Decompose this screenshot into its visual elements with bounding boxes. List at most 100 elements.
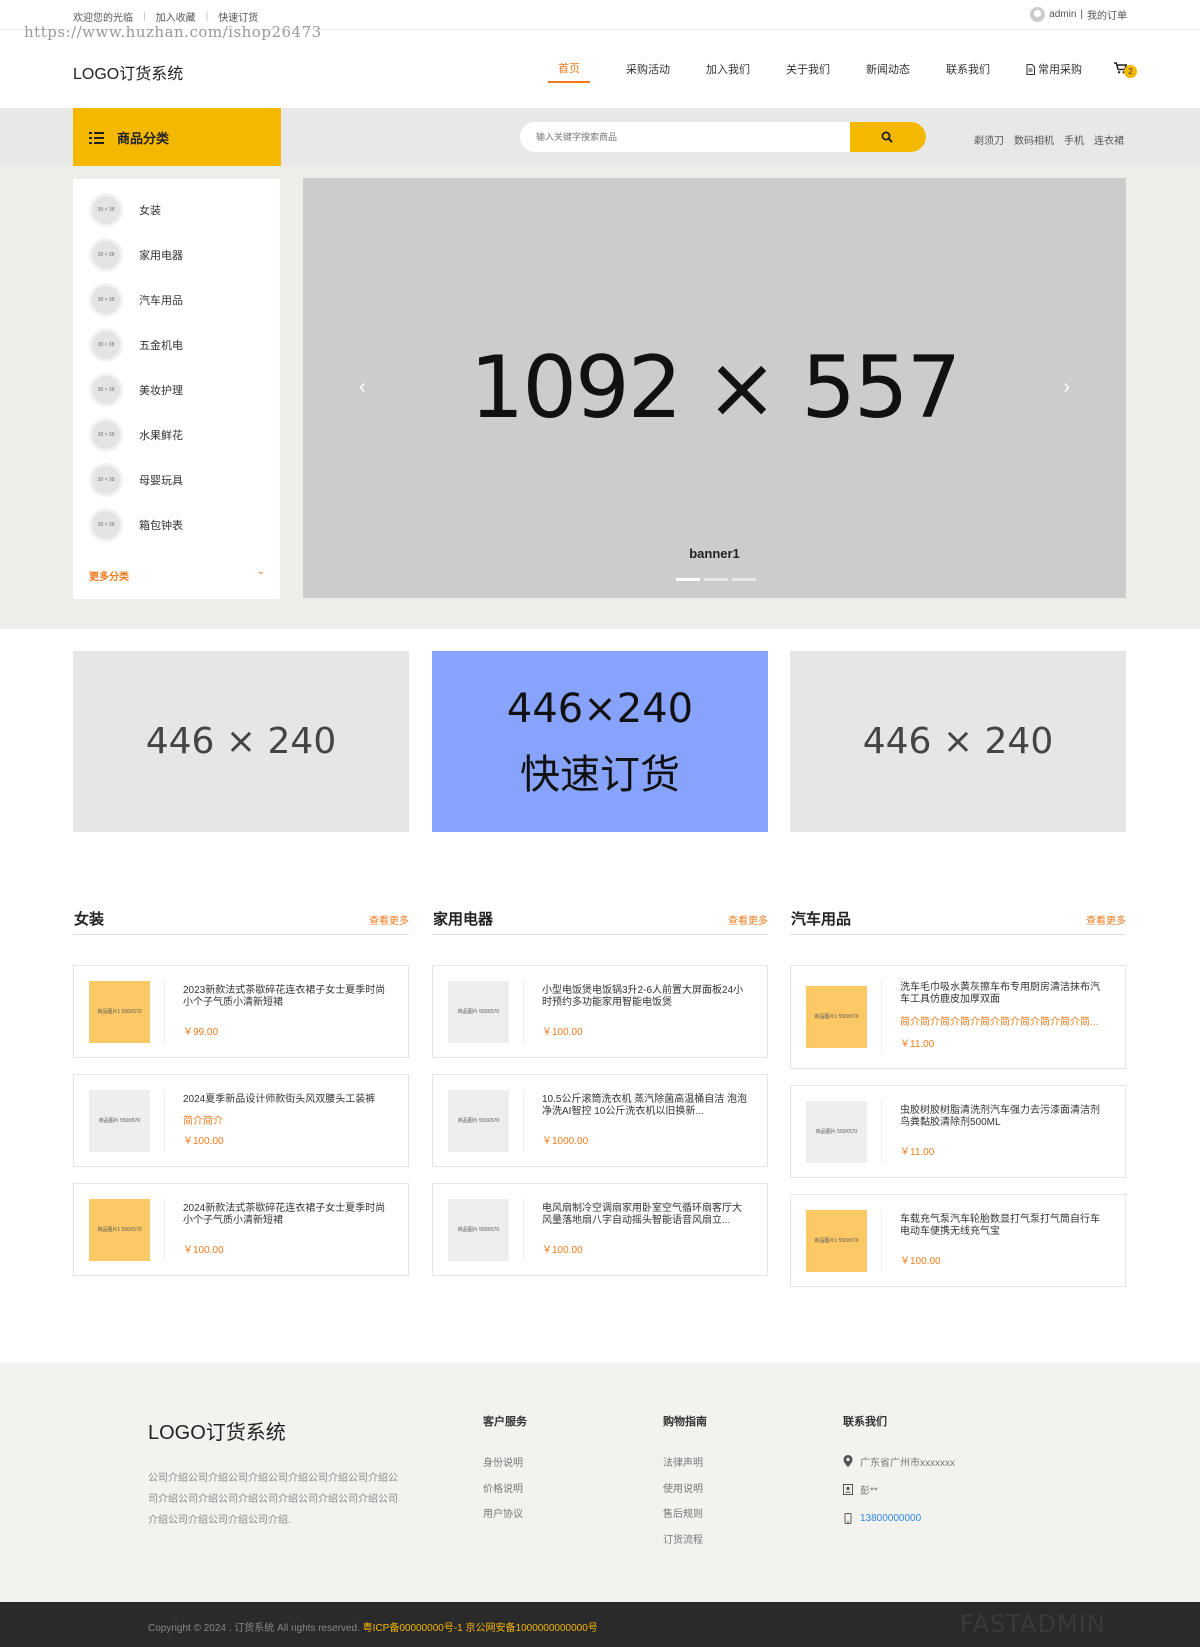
avatar[interactable]: [1030, 7, 1046, 22]
sidebar-item-hardware[interactable]: 38 × 38 五金机电: [89, 327, 183, 363]
sidebar-item-label: 母婴玩具: [139, 475, 183, 487]
nav-frequent-purchase[interactable]: 常用采购: [1026, 61, 1082, 82]
site-footer: LOGO订货系统 公司介绍公司介绍公司介绍公司介绍公司介绍公司介绍公司介绍公司介…: [0, 1363, 1200, 1602]
search-input[interactable]: [520, 122, 850, 152]
nav-news[interactable]: 新闻动态: [866, 61, 910, 82]
promo-tile-quick-order[interactable]: 446×240 快速订货: [432, 651, 768, 832]
chevron-right-icon[interactable]: ›: [1063, 376, 1070, 399]
quick-order-link[interactable]: 快速订货: [218, 9, 258, 24]
sidebar-item-beauty[interactable]: 38 × 38 美妆护理: [89, 372, 183, 408]
category-search-bar: 商品分类 剃须刀 数码相机 手机 连衣裙: [0, 108, 1200, 167]
carousel-dot[interactable]: [676, 578, 700, 581]
nav-join-us[interactable]: 加入我们: [706, 61, 750, 82]
sidebar-item-label: 水果鲜花: [139, 430, 183, 442]
map-marker-icon: [843, 1455, 853, 1468]
product-image[interactable]: 商品图片1 550X570: [89, 981, 150, 1043]
product-name[interactable]: 小型电饭煲电饭锅3升2-6人前置大屏面板24小时预约多功能家用智能电饭煲: [542, 985, 751, 1009]
product-image[interactable]: 商品图片 550X570: [89, 1090, 150, 1152]
footer-link[interactable]: 售后规则: [663, 1509, 703, 1520]
hero-section: 38 × 38 女装 38 × 38 家用电器 38 × 38 汽车用品 38 × 3…: [0, 166, 1200, 629]
footer-link[interactable]: 使用说明: [663, 1484, 703, 1495]
product-name[interactable]: 10.5公斤滚筒洗衣机 蒸汽除菌高温桶自洁 泡泡净洗AI智控 10公斤洗衣机以旧…: [542, 1094, 751, 1118]
product-card[interactable]: 商品图片 550X570 10.5公斤滚筒洗衣机 蒸汽除菌高温桶自洁 泡泡净洗A…: [432, 1074, 768, 1167]
product-card[interactable]: 商品图片1 550X570 洗车毛巾吸水黄灰擦车布专用厨房清洁抹布汽车工具仿鹿皮…: [790, 965, 1126, 1069]
view-more-link[interactable]: 查看更多: [728, 912, 768, 927]
promo-text: 快速订货: [520, 751, 680, 798]
footer-logo[interactable]: LOGO订货系统: [148, 1416, 286, 1445]
footer-link[interactable]: 订货流程: [663, 1535, 703, 1546]
product-name[interactable]: 2023新款法式茶歇碎花连衣裙子女士夏季时尚小个子气质小清新短裙: [183, 985, 392, 1009]
hot-keyword[interactable]: 数码相机: [1014, 132, 1054, 147]
username-link[interactable]: admin: [1049, 9, 1076, 20]
category-sidebar: 38 × 38 女装 38 × 38 家用电器 38 × 38 汽车用品 38 × 3…: [73, 179, 280, 599]
banner-carousel[interactable]: 1092 × 557 ‹ › banner1: [303, 178, 1126, 598]
product-image[interactable]: 商品图片1 550X570: [89, 1199, 150, 1261]
divider: [881, 980, 882, 1054]
hot-keyword[interactable]: 剃须刀: [974, 132, 1004, 147]
footer-link[interactable]: 用户协议: [483, 1509, 523, 1520]
site-header: LOGO订货系统 首页 采购活动 加入我们 关于我们 新闻动态 联系我们 常用采…: [0, 30, 1200, 108]
product-name[interactable]: 2024新款法式茶歇碎花连衣裙子女士夏季时尚小个子气质小清新短裙: [183, 1203, 392, 1227]
sidebar-item-bags-watches[interactable]: 38 × 38 箱包钟表: [89, 507, 183, 543]
logo[interactable]: LOGO订货系统: [73, 60, 183, 84]
product-image[interactable]: 商品图片1 550X570: [806, 986, 867, 1048]
product-price: ￥11.00: [900, 1039, 935, 1050]
icp-record-link[interactable]: 粤ICP备00000000号-1 京公网安备1000000000000号: [363, 1623, 598, 1634]
product-card[interactable]: 商品图片 550X570 虫胶树胶树脂清洗剂汽车强力去污漆面清洁剂 鸟粪黏胶清除…: [790, 1085, 1126, 1178]
product-card[interactable]: 商品图片 550X570 电风扇制冷空调扇家用卧室空气循环扇客厅大风量落地扇八字…: [432, 1183, 768, 1276]
mobile-phone-icon: [844, 1512, 852, 1524]
product-card[interactable]: 商品图片 550X570 小型电饭煲电饭锅3升2-6人前置大屏面板24小时预约多…: [432, 965, 768, 1058]
sidebar-item-auto-supplies[interactable]: 38 × 38 汽车用品: [89, 282, 183, 318]
hot-keyword[interactable]: 连衣裙: [1094, 132, 1124, 147]
product-name[interactable]: 电风扇制冷空调扇家用卧室空气循环扇客厅大风量落地扇八字自动摇头智能语音风扇立..…: [542, 1203, 751, 1227]
sidebar-item-baby-toys[interactable]: 38 × 38 母婴玩具: [89, 462, 183, 498]
product-card[interactable]: 商品图片1 550X570 2023新款法式茶歇碎花连衣裙子女士夏季时尚小个子气…: [73, 965, 409, 1058]
product-image[interactable]: 商品图片 550X570: [448, 1090, 509, 1152]
product-image[interactable]: 商品图片 550X570: [806, 1101, 867, 1163]
carousel-dot[interactable]: [704, 578, 728, 581]
copyright-line: Copyright © 2024 . 订货系统 All rights reser…: [148, 1619, 598, 1634]
product-image[interactable]: 商品图片1 550X570: [806, 1210, 867, 1272]
promo-tile[interactable]: 446 × 240: [73, 651, 409, 832]
product-name[interactable]: 2024夏季新品设计师款街头风双腰头工装裤: [183, 1094, 392, 1106]
product-name[interactable]: 洗车毛巾吸水黄灰擦车布专用厨房清洁抹布汽车工具仿鹿皮加厚双面: [900, 982, 1109, 1006]
category-menu-button[interactable]: 商品分类: [73, 108, 281, 167]
nav-home[interactable]: 首页: [548, 60, 590, 83]
sidebar-item-home-appliances[interactable]: 38 × 38 家用电器: [89, 237, 183, 273]
category-thumb: 38 × 38: [89, 418, 123, 452]
nav-about-us[interactable]: 关于我们: [786, 61, 830, 82]
chevron-down-icon[interactable]: ⌄: [257, 566, 265, 577]
bookmark-link[interactable]: 加入收藏: [156, 9, 196, 24]
product-name[interactable]: 车载充气泵汽车轮胎数显打气泵打气筒自行车电动车便携无线充气宝: [900, 1214, 1109, 1238]
product-image[interactable]: 商品图片 550X570: [448, 981, 509, 1043]
search-button[interactable]: [850, 122, 926, 152]
category-thumb: 38 × 38: [89, 193, 123, 227]
my-orders-link[interactable]: 我的订单: [1087, 7, 1127, 22]
product-card[interactable]: 商品图片 550X570 2024夏季新品设计师款街头风双腰头工装裤 简介简介 …: [73, 1074, 409, 1167]
list-icon: [89, 131, 104, 144]
view-more-link[interactable]: 查看更多: [369, 912, 409, 927]
hot-keyword[interactable]: 手机: [1064, 132, 1084, 147]
promo-tile[interactable]: 446 × 240: [790, 651, 1126, 832]
footer-link[interactable]: 价格说明: [483, 1484, 523, 1495]
view-more-link[interactable]: 查看更多: [1086, 912, 1126, 927]
footer-link[interactable]: 身份说明: [483, 1458, 523, 1469]
product-card[interactable]: 商品图片1 550X570 2024新款法式茶歇碎花连衣裙子女士夏季时尚小个子气…: [73, 1183, 409, 1276]
product-image[interactable]: 商品图片 550X570: [448, 1199, 509, 1261]
sidebar-item-fruits-flowers[interactable]: 38 × 38 水果鲜花: [89, 417, 183, 453]
contact-phone[interactable]: 13800000000: [860, 1513, 921, 1524]
cart-button[interactable]: 2: [1114, 62, 1137, 78]
product-price: ￥100.00: [183, 1245, 224, 1256]
promo-text: 446 × 240: [862, 721, 1054, 762]
footer-link[interactable]: 法律声明: [663, 1458, 703, 1469]
category-thumb: 38 × 38: [89, 463, 123, 497]
carousel-dot[interactable]: [732, 578, 756, 581]
chevron-left-icon[interactable]: ‹: [359, 376, 366, 399]
nav-contact[interactable]: 联系我们: [946, 61, 990, 82]
sidebar-item-womens-clothing[interactable]: 38 × 38 女装: [89, 192, 161, 228]
nav-purchase-activity[interactable]: 采购活动: [626, 61, 670, 82]
product-name[interactable]: 虫胶树胶树脂清洗剂汽车强力去污漆面清洁剂 鸟粪黏胶清除剂500ML: [900, 1105, 1109, 1129]
more-categories-link[interactable]: 更多分类: [89, 568, 129, 583]
product-card[interactable]: 商品图片1 550X570 车载充气泵汽车轮胎数显打气泵打气筒自行车电动车便携无…: [790, 1194, 1126, 1287]
copyright-bar: Copyright © 2024 . 订货系统 All rights reser…: [0, 1602, 1200, 1647]
